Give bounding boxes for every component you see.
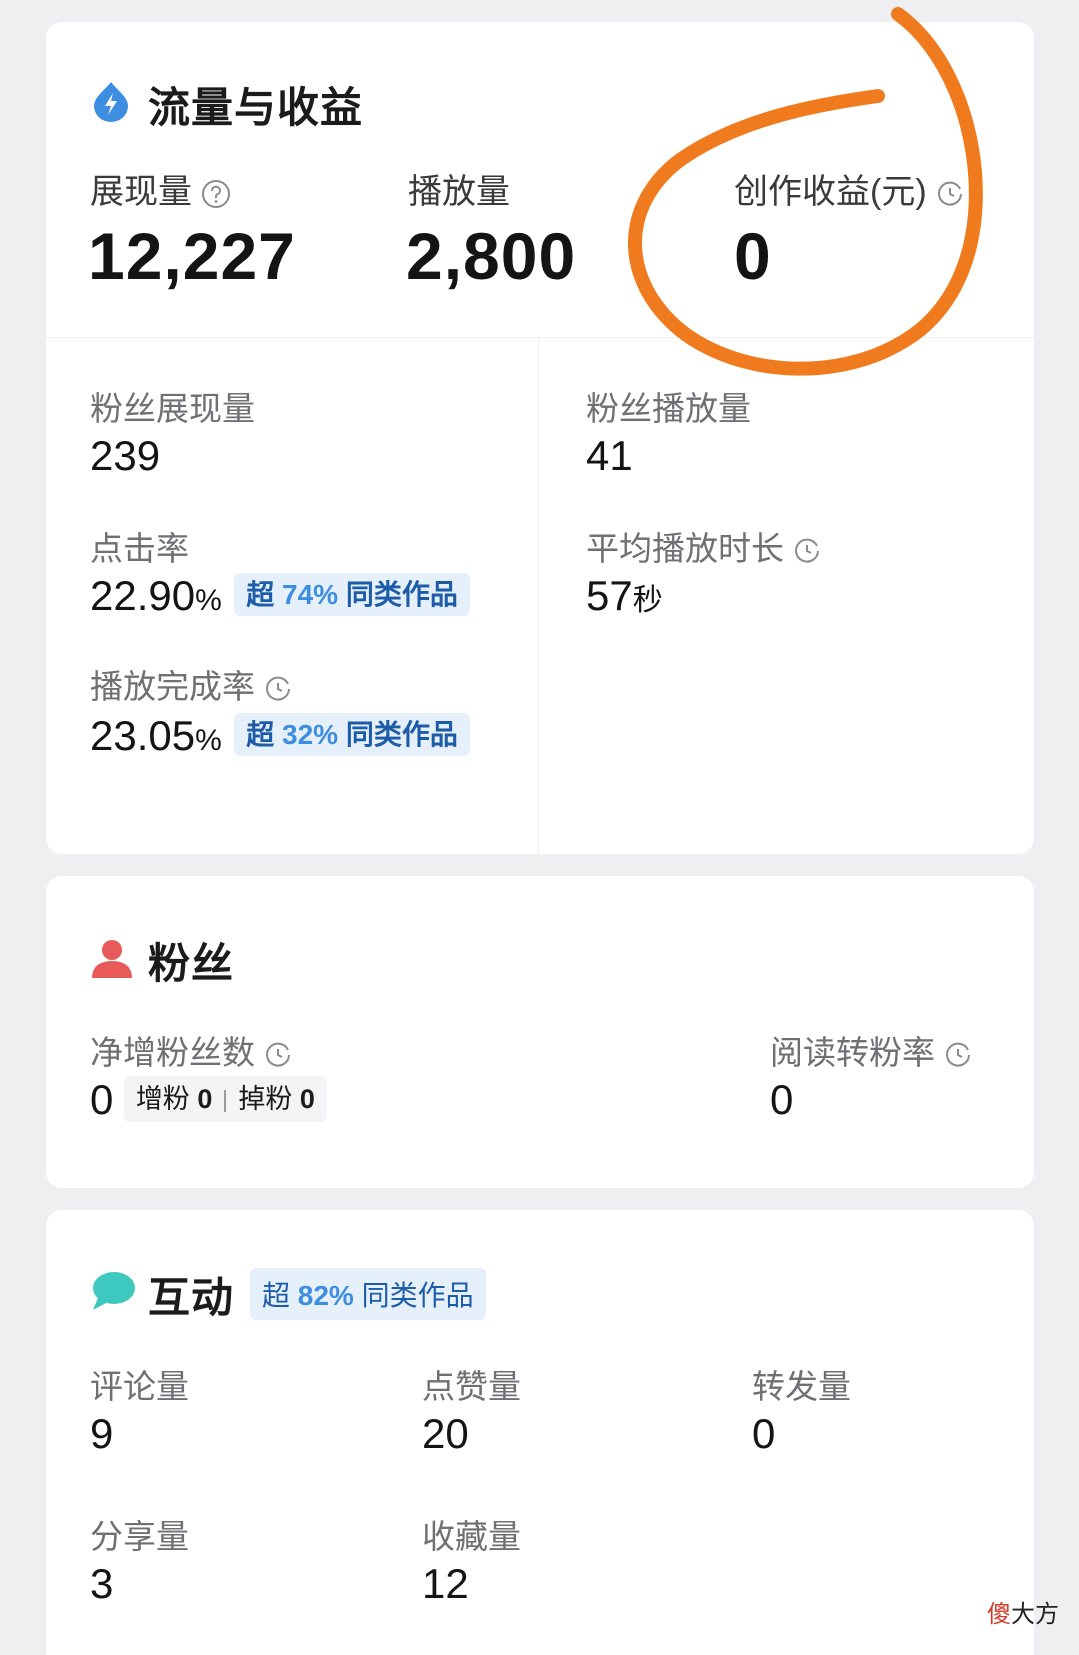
reposts-value: 0 bbox=[752, 1410, 776, 1457]
clock-icon[interactable] bbox=[944, 1041, 972, 1069]
watermark: 傻大方 bbox=[987, 1594, 1059, 1629]
ctr-badge: 超 74% 同类作品 bbox=[234, 573, 470, 616]
read-convert-label-row: 阅读转粉率 bbox=[770, 1026, 972, 1074]
avg-duration-label-row: 平均播放时长 bbox=[586, 522, 821, 570]
favorites-value: 12 bbox=[422, 1560, 469, 1607]
impressions-label-row: 展现量 bbox=[90, 164, 231, 213]
interaction-badge: 超 82% 同类作品 bbox=[250, 1268, 486, 1320]
fan-impressions-label: 粉丝展现量 bbox=[90, 390, 255, 427]
gain-value: 0 bbox=[197, 1084, 213, 1114]
read-convert-label: 阅读转粉率 bbox=[770, 1034, 935, 1071]
ctr-badge-num: 74% bbox=[282, 579, 339, 610]
watermark-first-char: 傻 bbox=[987, 1601, 1011, 1628]
completion-badge-num: 32% bbox=[282, 719, 339, 750]
loss-label: 掉粉 bbox=[238, 1084, 293, 1114]
likes-value: 20 bbox=[422, 1410, 469, 1457]
clock-icon[interactable] bbox=[936, 180, 964, 208]
comments-label: 评论量 bbox=[90, 1368, 189, 1405]
traffic-card: 流量与收益 展现量 12,227 播放量 2,800 创作收益(元) 0 粉丝展… bbox=[46, 22, 1034, 854]
avg-duration-row: 57秒 bbox=[586, 572, 663, 620]
avg-duration-value: 57 bbox=[586, 572, 633, 619]
avg-duration-label: 平均播放时长 bbox=[586, 530, 784, 567]
avg-duration-unit: 秒 bbox=[632, 584, 663, 617]
interaction-badge-suffix: 同类作品 bbox=[353, 1280, 474, 1311]
person-icon bbox=[92, 940, 132, 978]
plays-label: 播放量 bbox=[408, 173, 510, 211]
interaction-badge-num: 82% bbox=[297, 1280, 354, 1311]
completion-label: 播放完成率 bbox=[90, 668, 255, 705]
fan-plays-value: 41 bbox=[586, 432, 633, 479]
ctr-unit: % bbox=[195, 584, 222, 617]
favorites-label: 收藏量 bbox=[422, 1518, 521, 1555]
net-gain-row: 0 增粉 0 掉粉 0 bbox=[90, 1076, 327, 1124]
completion-badge: 超 32% 同类作品 bbox=[234, 713, 470, 756]
lightning-drop-icon bbox=[94, 82, 128, 122]
ctr-row: 22.90% 超 74% 同类作品 bbox=[90, 572, 470, 620]
traffic-column-divider bbox=[538, 338, 539, 854]
fan-plays-label: 粉丝播放量 bbox=[586, 390, 751, 427]
clock-icon[interactable] bbox=[793, 537, 821, 565]
plays-value: 2,800 bbox=[406, 219, 577, 293]
gain-loss-chip: 增粉 0 掉粉 0 bbox=[123, 1076, 327, 1122]
clock-icon[interactable] bbox=[264, 675, 292, 703]
completion-badge-suffix: 同类作品 bbox=[338, 719, 458, 750]
net-gain-value: 0 bbox=[90, 1076, 114, 1123]
reposts-label: 转发量 bbox=[752, 1368, 851, 1405]
completion-value: 23.05 bbox=[90, 712, 196, 759]
earnings-label: 创作收益(元) bbox=[734, 173, 927, 211]
ctr-badge-prefix: 超 bbox=[246, 579, 283, 610]
impressions-value: 12,227 bbox=[88, 219, 296, 293]
impressions-label: 展现量 bbox=[90, 173, 192, 211]
net-gain-label-row: 净增粉丝数 bbox=[90, 1026, 292, 1074]
ctr-label: 点击率 bbox=[90, 530, 189, 567]
completion-label-row: 播放完成率 bbox=[90, 660, 292, 708]
clock-icon[interactable] bbox=[264, 1041, 292, 1069]
fans-card: 粉丝 净增粉丝数 0 增粉 0 掉粉 0 阅读转粉率 0 bbox=[46, 876, 1034, 1188]
interaction-card: 互动 超 82% 同类作品 评论量 9 点赞量 20 转发量 0 分享量 3 收… bbox=[46, 1210, 1034, 1655]
ctr-badge-suffix: 同类作品 bbox=[338, 579, 458, 610]
shares-value: 3 bbox=[90, 1560, 114, 1607]
traffic-section-title: 流量与收益 bbox=[148, 84, 364, 131]
comments-value: 9 bbox=[90, 1410, 114, 1457]
interaction-badge-prefix: 超 bbox=[262, 1280, 298, 1311]
fan-impressions-value: 239 bbox=[90, 432, 161, 479]
traffic-divider bbox=[46, 337, 1034, 338]
earnings-value: 0 bbox=[734, 219, 772, 293]
ctr-value: 22.90 bbox=[90, 572, 196, 619]
earnings-label-row: 创作收益(元) bbox=[734, 164, 964, 213]
interaction-section-title: 互动 bbox=[148, 1274, 235, 1321]
gain-label: 增粉 bbox=[135, 1084, 190, 1114]
net-gain-label: 净增粉丝数 bbox=[90, 1034, 255, 1071]
chat-bubble-icon bbox=[93, 1272, 135, 1310]
shares-label: 分享量 bbox=[90, 1518, 189, 1555]
completion-unit: % bbox=[195, 724, 222, 757]
help-icon[interactable] bbox=[201, 179, 231, 209]
fans-section-title: 粉丝 bbox=[148, 940, 235, 987]
completion-badge-prefix: 超 bbox=[246, 719, 283, 750]
chip-separator bbox=[224, 1089, 227, 1112]
likes-label: 点赞量 bbox=[422, 1368, 521, 1405]
read-convert-value: 0 bbox=[770, 1076, 794, 1123]
loss-value: 0 bbox=[299, 1084, 315, 1114]
watermark-rest: 大方 bbox=[1011, 1601, 1059, 1628]
completion-row: 23.05% 超 32% 同类作品 bbox=[90, 712, 470, 760]
